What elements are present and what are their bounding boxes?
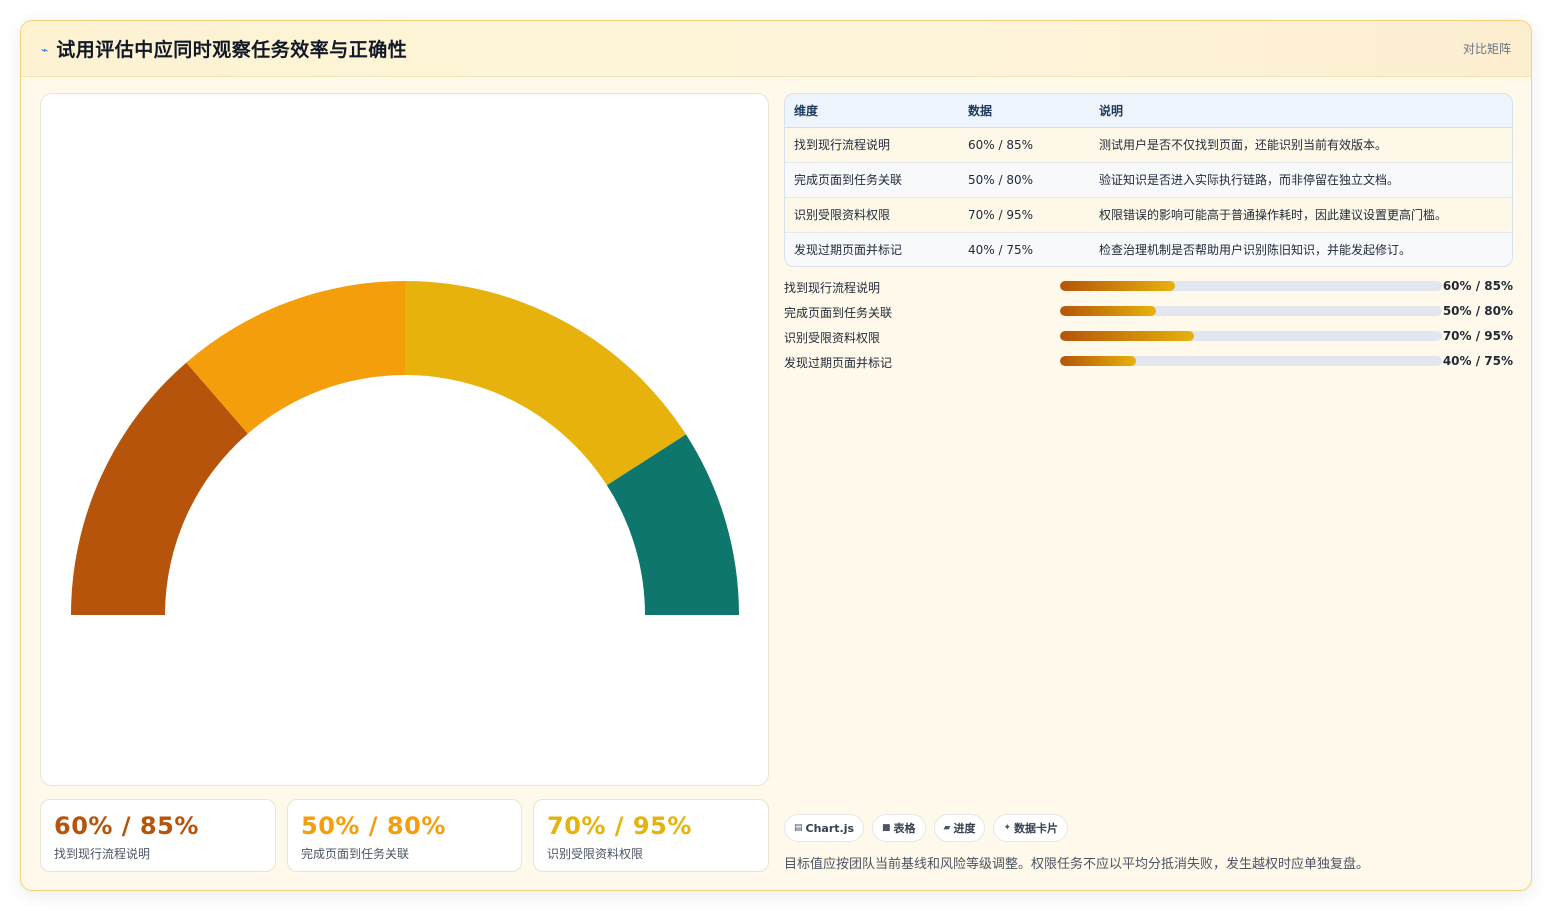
progress-track	[1060, 306, 1442, 316]
tag-label: 进度	[953, 822, 976, 835]
progress-fill	[1060, 306, 1156, 316]
progress-row: 完成页面到任务关联 50% / 80%	[784, 302, 1513, 327]
table-cell: 权限错误的影响可能高于普通操作耗时，因此建议设置更高门槛。	[1090, 196, 1512, 232]
progress-track	[1060, 356, 1442, 366]
progress-fill	[1060, 356, 1137, 366]
table-cell: 完成页面到任务关联	[785, 161, 959, 197]
gauge-svg	[71, 281, 739, 615]
progress-value: 70% / 95%	[1442, 329, 1513, 343]
table-cell: 50% / 80%	[959, 161, 1090, 197]
progress-row: 识别受限资料权限 70% / 95%	[784, 327, 1513, 352]
comparison-table: 维度 数据 说明 找到现行流程说明 60% / 85% 测试用户是否不仅找到页面…	[784, 93, 1513, 267]
stat-card-2: 50% / 80% 完成页面到任务关联	[287, 799, 522, 872]
progress-row: 发现过期页面并标记 40% / 75%	[784, 352, 1513, 377]
column-header: 说明	[1090, 94, 1512, 128]
stat-value: 70% / 95%	[547, 812, 692, 840]
stat-label: 找到现行流程说明	[54, 847, 151, 861]
progress-value: 60% / 85%	[1442, 279, 1513, 293]
table-cell: 40% / 75%	[959, 231, 1090, 266]
progress-list: 找到现行流程说明 60% / 85% 完成页面到任务关联 50% / 80% 识…	[784, 277, 1513, 377]
progress-label: 发现过期页面并标记	[784, 356, 893, 370]
table-cell: 找到现行流程说明	[785, 126, 959, 162]
progress-track	[1060, 331, 1442, 341]
stat-label: 识别受限资料权限	[547, 847, 644, 861]
table-cell: 检查治理机制是否帮助用户识别陈旧知识，并能发起修订。	[1090, 231, 1512, 266]
table-icon: ■	[882, 823, 891, 833]
tag-label: 数据卡片	[1014, 822, 1059, 835]
sparkline-icon: ⌁	[41, 42, 49, 57]
table-cell: 60% / 85%	[959, 126, 1090, 162]
progress-label: 完成页面到任务关联	[784, 306, 893, 320]
table-header-row: 维度 数据 说明	[785, 94, 1512, 128]
main-card: ⌁ 试用评估中应同时观察任务效率与正确性 对比矩阵 60% / 85% 找到现行…	[20, 20, 1532, 891]
tag-data-card[interactable]: ✦ 数据卡片	[993, 814, 1069, 842]
table-row: 识别受限资料权限 70% / 95% 权限错误的影响可能高于普通操作耗时，因此建…	[785, 196, 1512, 232]
gauge-segment-3[interactable]	[405, 281, 686, 486]
column-header: 数据	[959, 94, 1090, 128]
data-card-icon: ✦	[1003, 823, 1012, 833]
table-row: 完成页面到任务关联 50% / 80% 验证知识是否进入实际执行链路，而非停留在…	[785, 161, 1512, 197]
stat-card-1: 60% / 85% 找到现行流程说明	[40, 799, 276, 872]
stat-label: 完成页面到任务关联	[301, 847, 410, 861]
progress-label: 找到现行流程说明	[784, 281, 881, 295]
progress-track	[1060, 281, 1442, 291]
tag-label: Chart.js	[805, 821, 855, 835]
page-title: 试用评估中应同时观察任务效率与正确性	[56, 39, 408, 61]
stat-card-3: 70% / 95% 识别受限资料权限	[533, 799, 769, 872]
chart-icon: ▤	[794, 823, 803, 833]
tag-progress[interactable]: ▰ 进度	[933, 814, 986, 842]
stat-value: 60% / 85%	[54, 812, 199, 840]
table-cell: 发现过期页面并标记	[785, 231, 959, 266]
progress-value: 50% / 80%	[1442, 304, 1513, 318]
gauge-chart	[40, 93, 769, 786]
progress-label: 识别受限资料权限	[784, 331, 881, 345]
progress-fill	[1060, 281, 1175, 291]
table-cell: 70% / 95%	[959, 196, 1090, 232]
stat-value: 50% / 80%	[301, 812, 446, 840]
column-header: 维度	[785, 94, 959, 128]
table-row: 发现过期页面并标记 40% / 75% 检查治理机制是否帮助用户识别陈旧知识，并…	[785, 231, 1512, 266]
table-cell: 验证知识是否进入实际执行链路，而非停留在独立文档。	[1090, 161, 1512, 197]
tag-chartjs[interactable]: ▤ Chart.js	[784, 814, 865, 842]
card-header: ⌁ 试用评估中应同时观察任务效率与正确性 对比矩阵	[21, 21, 1531, 77]
table-cell: 识别受限资料权限	[785, 196, 959, 232]
tag-label: 表格	[893, 822, 916, 835]
table-cell: 测试用户是否不仅找到页面，还能识别当前有效版本。	[1090, 126, 1512, 162]
tag-list: ▤ Chart.js ■ 表格 ▰ 进度 ✦ 数据卡片	[784, 814, 1069, 842]
progress-fill	[1060, 331, 1194, 341]
progress-value: 40% / 75%	[1442, 354, 1513, 368]
view-mode-label[interactable]: 对比矩阵	[1463, 40, 1511, 57]
tag-table[interactable]: ■ 表格	[872, 814, 926, 842]
footnote: 目标值应按团队当前基线和风险等级调整。权限任务不应以平均分抵消失败，发生越权时应…	[784, 857, 1370, 872]
progress-row: 找到现行流程说明 60% / 85%	[784, 277, 1513, 302]
progress-icon: ▰	[943, 823, 951, 833]
table-row: 找到现行流程说明 60% / 85% 测试用户是否不仅找到页面，还能识别当前有效…	[785, 126, 1512, 162]
